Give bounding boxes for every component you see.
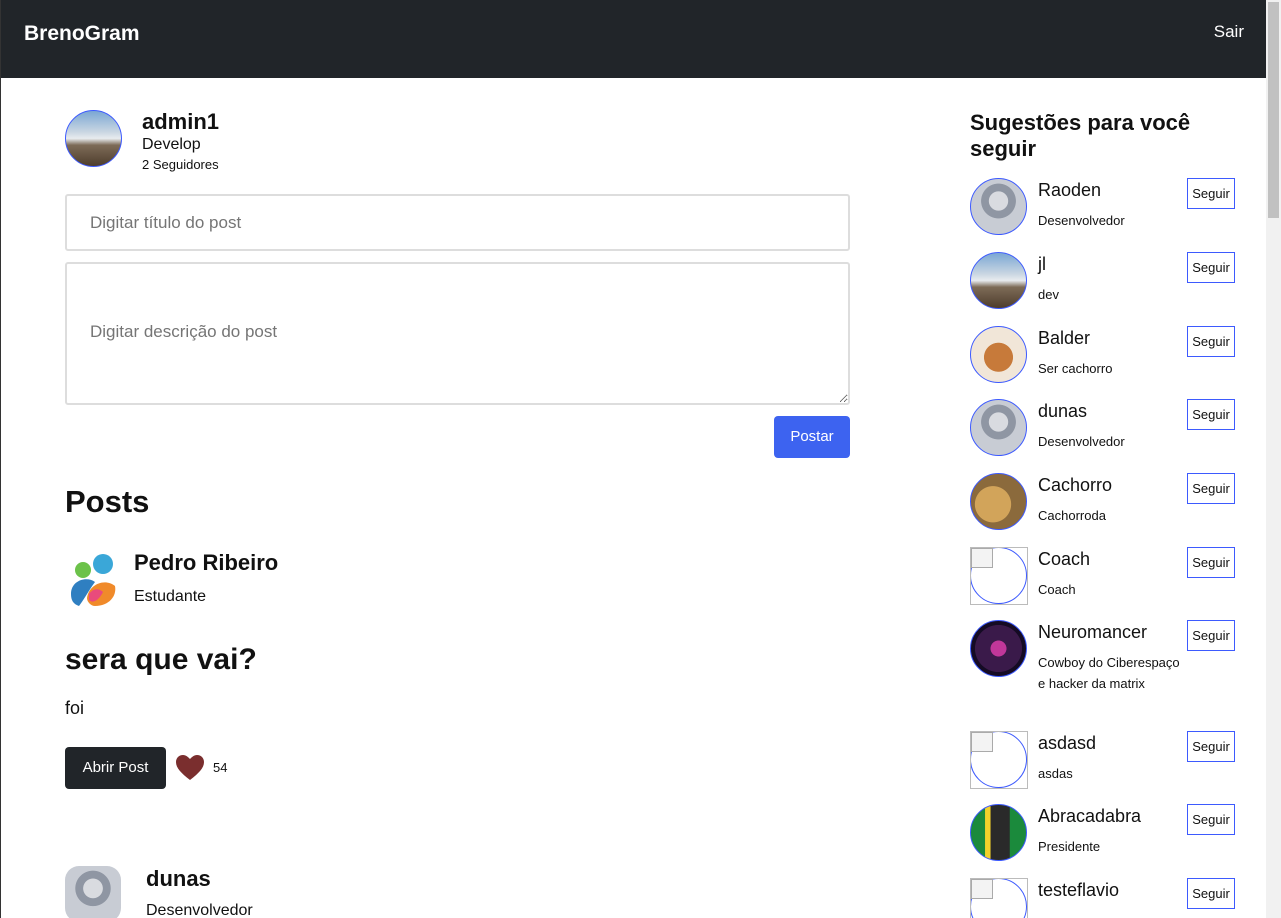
suggestion-name[interactable]: Raoden: [1038, 180, 1101, 201]
suggestion-role: Cachorroda: [1038, 508, 1106, 523]
post-body: foi: [65, 698, 85, 718]
post-author-name[interactable]: dunas: [146, 866, 211, 892]
broken-image-avatar: [970, 731, 1028, 789]
follow-button[interactable]: Seguir: [1187, 620, 1235, 651]
suggestion-name[interactable]: testeflavio: [1038, 880, 1119, 901]
profile-avatar: [65, 110, 122, 167]
suggestion-avatar: [970, 178, 1027, 235]
broken-image-frame: [970, 878, 1028, 918]
follow-button[interactable]: Seguir: [1187, 731, 1235, 762]
broken-image-frame: [970, 731, 1028, 789]
suggestion-name[interactable]: Coach: [1038, 549, 1090, 570]
likes-count: 54: [213, 760, 228, 775]
suggestion-avatar: [970, 620, 1027, 677]
suggestion-role: Ser cachorro: [1038, 361, 1113, 376]
post-author-avatar: [65, 866, 121, 918]
follow-button[interactable]: Seguir: [1187, 804, 1235, 835]
post-submit-button[interactable]: Postar: [774, 416, 850, 458]
post-author-name[interactable]: Pedro Ribeiro: [134, 550, 278, 576]
navbar: BrenoGram Sair: [1, 0, 1266, 78]
follow-button[interactable]: Seguir: [1187, 178, 1235, 209]
suggestion-name[interactable]: Cachorro: [1038, 475, 1112, 496]
broken-image-icon: [971, 732, 993, 752]
suggestion-avatar: [970, 473, 1027, 530]
post-title-input[interactable]: [65, 194, 850, 251]
open-post-button[interactable]: Abrir Post: [65, 747, 166, 789]
profile-role: Develop: [142, 136, 201, 153]
page: BrenoGram Sair admin1 Develop 2 Seguidor…: [0, 0, 1266, 918]
suggestion-avatar: [970, 326, 1027, 383]
suggestion-role: Coach: [1038, 582, 1076, 597]
brand-logo[interactable]: BrenoGram: [24, 22, 140, 46]
follow-button[interactable]: Seguir: [1187, 547, 1235, 578]
suggestion-role: Cowboy do Ciberespaço e hacker da matrix: [1038, 655, 1180, 691]
post-author-role: Estudante: [134, 588, 207, 605]
messenger-avatar-icon: [71, 554, 116, 606]
suggestions-title: Sugestões para você seguir: [970, 110, 1191, 161]
logout-link[interactable]: Sair: [1214, 22, 1244, 42]
broken-image-icon: [971, 548, 993, 568]
suggestion-avatar: [970, 399, 1027, 456]
profile-name: admin1: [142, 109, 220, 134]
follow-button[interactable]: Seguir: [1187, 252, 1235, 283]
follow-button[interactable]: Seguir: [1187, 473, 1235, 504]
suggestion-role: asdas: [1038, 766, 1073, 781]
post-title: sera que vai?: [65, 643, 257, 676]
broken-image-avatar: [970, 547, 1028, 605]
broken-image-icon: [971, 879, 993, 899]
suggestion-role: Presidente: [1038, 839, 1101, 854]
follow-button[interactable]: Seguir: [1187, 878, 1235, 909]
suggestion-role: Desenvolvedor: [1038, 213, 1125, 228]
post-description-input[interactable]: [65, 262, 850, 405]
suggestion-avatar: [970, 252, 1027, 309]
broken-image-avatar: [970, 878, 1028, 918]
suggestion-role: dev: [1038, 287, 1059, 302]
suggestion-name[interactable]: Neuromancer: [1038, 622, 1147, 643]
posts-heading: Posts: [65, 484, 150, 519]
vertical-scrollbar[interactable]: [1266, 0, 1281, 918]
follow-button[interactable]: Seguir: [1187, 399, 1235, 430]
suggestion-name[interactable]: jl: [1038, 254, 1046, 275]
follow-button[interactable]: Seguir: [1187, 326, 1235, 357]
post-author-role: Desenvolvedor: [146, 902, 253, 918]
profile-followers: 2 Seguidores: [142, 157, 219, 172]
suggestion-name[interactable]: asdasd: [1038, 733, 1096, 754]
suggestion-avatar: [970, 804, 1027, 861]
like-heart-icon[interactable]: [175, 754, 205, 782]
suggestion-name[interactable]: dunas: [1038, 401, 1087, 422]
scrollbar-thumb[interactable]: [1268, 2, 1279, 218]
broken-image-frame: [970, 547, 1028, 605]
suggestion-name[interactable]: Balder: [1038, 328, 1090, 349]
suggestion-name[interactable]: Abracadabra: [1038, 806, 1141, 827]
suggestion-role: Desenvolvedor: [1038, 434, 1125, 449]
